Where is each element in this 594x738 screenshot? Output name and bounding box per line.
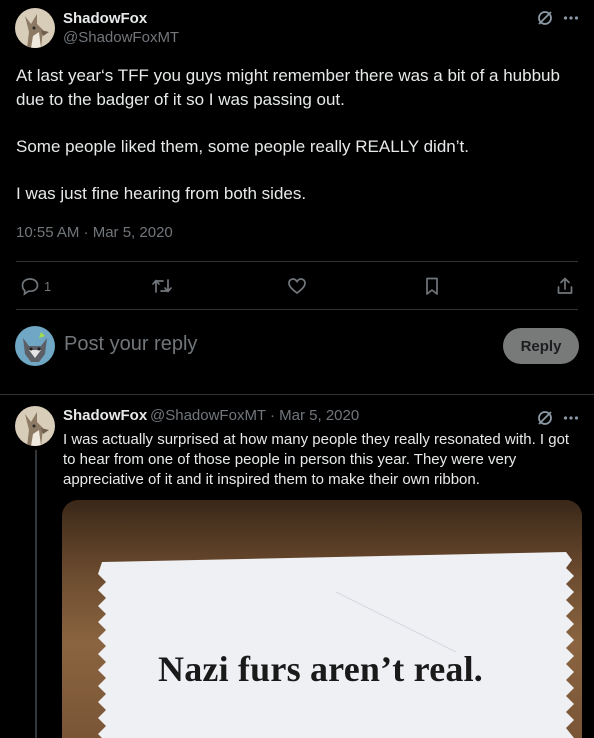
reply-text: I was actually surprised at how many peo… [63,431,570,488]
thread-line [35,450,37,738]
fox-avatar-icon [15,8,55,48]
current-user-avatar[interactable] [15,326,55,366]
like-icon [288,278,306,295]
bookmark-icon [426,277,438,295]
reply-author-handle[interactable]: @ShadowFoxMT [150,407,266,424]
author-name[interactable]: ShadowFox [63,10,147,27]
reply-action[interactable]: 1 [20,275,51,297]
grok-icon[interactable] [535,8,555,28]
ribbon-text: Nazi furs aren’t real. [158,649,483,689]
more-icon[interactable] [561,408,581,428]
like-action[interactable] [286,275,308,297]
divider [16,261,578,262]
post-paragraph-3: I was just fine hearing from both sides. [16,184,307,203]
grok-icon[interactable] [535,408,555,428]
divider [0,394,594,395]
post-timestamp[interactable]: 10:55 AM · Mar 5, 2020 [16,224,173,241]
reply-button[interactable]: Reply [503,328,579,364]
reply-author-name[interactable]: ShadowFox [63,407,147,424]
reply-date[interactable]: · Mar 5, 2020 [270,407,359,424]
fox-avatar-icon [15,406,55,446]
post-paragraph-2: Some people liked them, some people real… [16,137,469,156]
reply-input[interactable]: Post your reply [64,333,197,356]
reply-count: 1 [44,278,52,294]
reply-icon [21,278,39,296]
bookmark-action[interactable] [421,275,443,297]
reply-author-avatar[interactable] [15,406,55,446]
ribbon-image [98,552,574,738]
share-action[interactable] [554,275,576,297]
wolf-avatar-icon [15,326,55,366]
share-icon [557,277,573,294]
author-handle[interactable]: @ShadowFoxMT [63,29,179,46]
post-paragraph-1: At last year‘s TFF you guys might rememb… [16,66,560,109]
repost-icon [152,279,172,293]
author-avatar[interactable] [15,8,55,48]
more-icon[interactable] [561,8,581,28]
repost-action[interactable] [150,275,174,297]
divider [16,309,578,310]
